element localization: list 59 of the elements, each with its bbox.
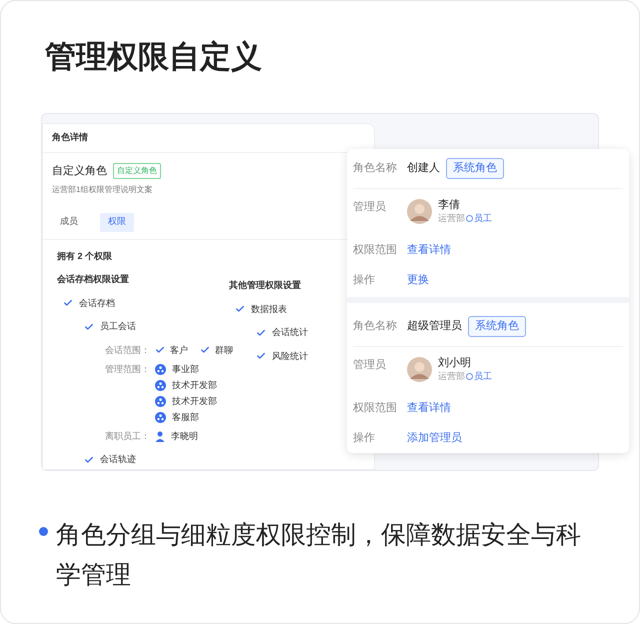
group-title: 其他管理权限设置 [229, 279, 302, 292]
action-link[interactable]: 更换 [407, 272, 429, 288]
avatar [407, 357, 432, 382]
bullet-icon [39, 527, 48, 536]
role-tag: 系统角色 [446, 158, 504, 179]
department-icon [155, 412, 166, 423]
department-name: 技术开发部 [172, 394, 217, 408]
department-name: 运营部 [438, 212, 465, 225]
field-label: 管理范围： [105, 363, 151, 376]
page-title: 管理权限自定义 [45, 38, 263, 76]
role-type: 员工 [474, 370, 492, 383]
permission-name: 会话轨迹 [100, 453, 136, 466]
permission-name: 会话统计 [272, 326, 308, 339]
field-label: 会话范围： [105, 344, 151, 356]
view-details-link[interactable]: 查看详情 [407, 400, 451, 416]
role-tag: 系统角色 [468, 316, 526, 337]
tab[interactable]: 权限 [100, 212, 134, 232]
person-icon [155, 431, 165, 442]
scope-option: 客户 [170, 344, 188, 357]
action-link[interactable]: 添加管理员 [407, 430, 462, 446]
employee-name: 李晓明 [171, 430, 198, 443]
scope-option: 群聊 [215, 344, 233, 357]
employee-icon [466, 373, 473, 380]
department-icon [155, 396, 166, 407]
field-label: 管理员 [353, 358, 387, 373]
field-label: 权限范围 [353, 400, 398, 416]
department-icon [155, 364, 166, 375]
field-label: 操作 [353, 272, 376, 288]
field-label: 操作 [353, 430, 376, 446]
role-name: 超级管理员 [407, 319, 462, 334]
card-title: 角色详情 [52, 131, 88, 144]
permission-name: 风险统计 [272, 350, 308, 362]
field-label: 离职员工： [105, 430, 151, 443]
department-name: 运营部 [438, 370, 465, 383]
role-name: 创建人 [407, 161, 440, 176]
permission-name: 数据报表 [251, 302, 287, 316]
field-label: 角色名称 [353, 161, 398, 176]
admin-name: 刘小明 [438, 357, 472, 370]
permission-count: 拥有 2 个权限 [56, 250, 114, 262]
feature-description: 角色分组与细粒度权限控制，保障数据安全与科学管理 [56, 520, 582, 591]
role-description: 运营部1组权限管理说明文案 [51, 184, 154, 196]
field-label: 管理员 [353, 200, 387, 215]
admin-name: 李倩 [438, 199, 461, 212]
permission-name: 会话存档 [79, 296, 115, 310]
role-type: 员工 [474, 212, 492, 225]
role-name: 自定义角色 [52, 164, 107, 179]
department-name: 技术开发部 [172, 378, 217, 392]
tab[interactable]: 成员 [52, 212, 86, 232]
field-label: 角色名称 [353, 319, 398, 334]
permission-name: 员工会话 [100, 320, 136, 333]
group-title: 会话存档权限设置 [57, 273, 130, 286]
department-name: 客服部 [172, 410, 199, 424]
employee-icon [466, 215, 473, 222]
role-tag: 自定义角色 [113, 163, 161, 180]
avatar [407, 199, 432, 224]
department-icon [155, 380, 166, 391]
view-details-link[interactable]: 查看详情 [407, 242, 451, 258]
field-label: 权限范围 [353, 242, 398, 258]
department-name: 事业部 [172, 362, 199, 376]
